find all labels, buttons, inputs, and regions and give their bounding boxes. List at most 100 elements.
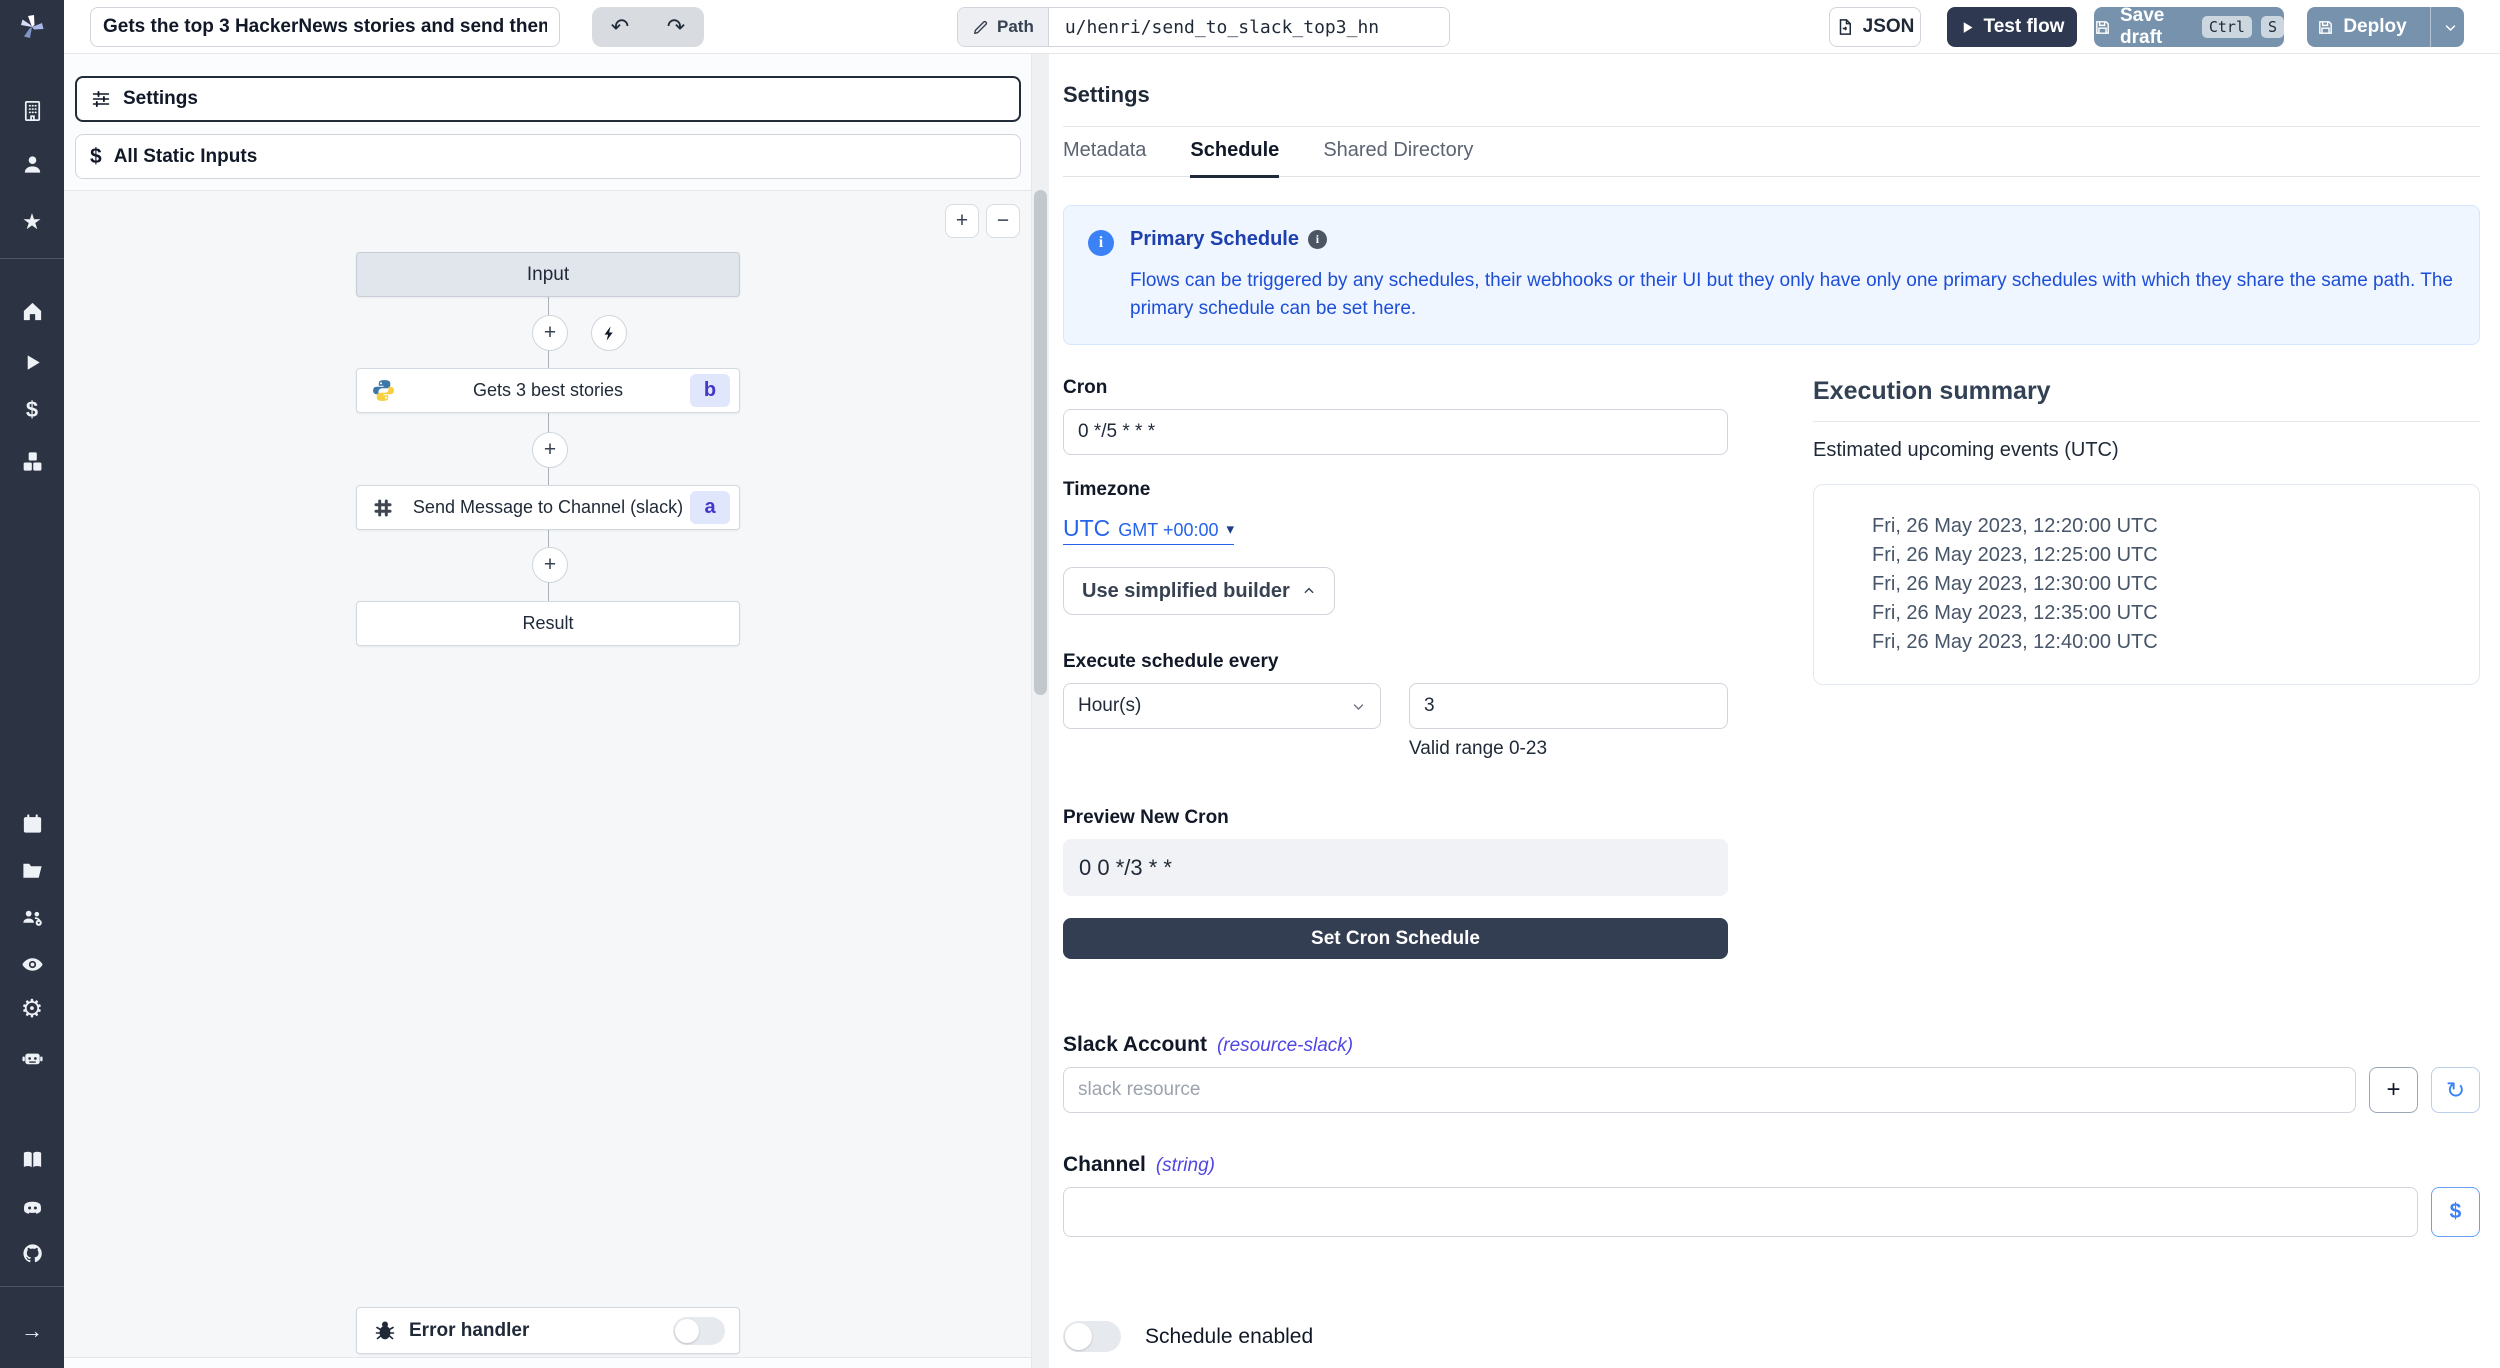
settings-title: Settings xyxy=(1063,82,2480,108)
play-icon xyxy=(1960,20,1975,35)
scrollbar-thumb[interactable] xyxy=(1034,190,1047,695)
flow-panel-scrollbar[interactable] xyxy=(1032,54,1049,1368)
undo-redo-group: ↶ ↷ xyxy=(592,7,704,47)
user-icon[interactable] xyxy=(19,151,45,177)
redo-icon[interactable]: ↷ xyxy=(667,16,685,38)
chevron-down-icon xyxy=(1351,699,1366,714)
json-file-icon xyxy=(1836,18,1854,36)
tooltip-info-icon[interactable]: i xyxy=(1308,230,1327,249)
slack-account-label: Slack Account (resource-slack) xyxy=(1063,1033,2480,1057)
event-item: Fri, 26 May 2023, 12:40:00 UTC xyxy=(1872,628,2459,657)
runs-play-icon[interactable] xyxy=(19,349,45,375)
audit-eye-icon[interactable] xyxy=(19,951,45,977)
app-window: ★ $ ⚙ xyxy=(0,0,2500,1368)
flow-title-input[interactable] xyxy=(90,7,560,47)
simplified-builder-toggle[interactable]: Use simplified builder xyxy=(1063,567,1335,615)
zoom-in-button[interactable]: + xyxy=(945,204,979,238)
primary-schedule-info-box: i Primary Schedule i Flows can be trigge… xyxy=(1063,205,2480,345)
event-item: Fri, 26 May 2023, 12:30:00 UTC xyxy=(1872,570,2459,599)
execution-summary-title: Execution summary xyxy=(1813,377,2480,406)
event-item: Fri, 26 May 2023, 12:35:00 UTC xyxy=(1872,599,2459,628)
error-handler-node[interactable]: Error handler xyxy=(356,1307,740,1354)
cron-label: Cron xyxy=(1063,377,1728,399)
cron-input[interactable] xyxy=(1063,409,1728,455)
input-node[interactable]: Input xyxy=(356,252,740,297)
execute-every-label: Execute schedule every xyxy=(1063,651,1728,673)
timezone-select[interactable]: UTC GMT +00:00 ▾ xyxy=(1063,515,1234,545)
kbd-s: S xyxy=(2261,16,2284,38)
set-cron-schedule-button[interactable]: Set Cron Schedule xyxy=(1063,918,1728,959)
docs-book-icon[interactable] xyxy=(19,1146,45,1172)
tab-schedule[interactable]: Schedule xyxy=(1190,139,1279,178)
undo-icon[interactable]: ↶ xyxy=(611,16,629,38)
tab-metadata[interactable]: Metadata xyxy=(1063,139,1146,176)
all-static-inputs-button[interactable]: $ All Static Inputs xyxy=(75,134,1021,179)
folders-icon[interactable] xyxy=(19,857,45,883)
schedules-calendar-icon[interactable] xyxy=(19,810,45,836)
favorites-star-icon[interactable]: ★ xyxy=(19,209,45,235)
schedule-enabled-toggle[interactable] xyxy=(1063,1321,1121,1352)
tab-shared-directory[interactable]: Shared Directory xyxy=(1323,139,1473,176)
save-icon xyxy=(2317,19,2334,36)
settings-panel: Settings Metadata Schedule Shared Direct… xyxy=(1049,54,2500,1368)
step-id-badge: a xyxy=(690,491,730,524)
resources-cubes-icon[interactable] xyxy=(19,448,45,474)
topbar: ↶ ↷ Path u/henri/send_to_slack_top3_hn J… xyxy=(64,0,2500,54)
schedule-enabled-label: Schedule enabled xyxy=(1145,1325,1313,1349)
channel-type: (string) xyxy=(1156,1155,1215,1177)
event-item: Fri, 26 May 2023, 12:20:00 UTC xyxy=(1872,512,2459,541)
json-button[interactable]: JSON xyxy=(1829,7,1921,47)
add-resource-button[interactable]: + xyxy=(2369,1067,2418,1113)
slack-resource-input[interactable] xyxy=(1063,1067,2356,1113)
sidebar-divider xyxy=(0,258,64,259)
workers-robot-icon[interactable] xyxy=(19,1044,45,1070)
deploy-button[interactable]: Deploy xyxy=(2307,7,2464,47)
error-handler-toggle[interactable] xyxy=(673,1317,725,1345)
info-icon: i xyxy=(1088,230,1114,256)
execution-summary-subtitle: Estimated upcoming events (UTC) xyxy=(1813,439,2480,462)
bug-icon xyxy=(371,1317,399,1345)
python-icon xyxy=(369,377,397,405)
save-draft-button[interactable]: Save draft Ctrl S xyxy=(2094,7,2284,47)
save-icon xyxy=(2094,19,2111,36)
pencil-icon xyxy=(972,19,989,36)
refresh-resources-button[interactable]: ↻ xyxy=(2431,1067,2480,1113)
discord-icon[interactable] xyxy=(19,1194,45,1220)
preview-cron-label: Preview New Cron xyxy=(1063,807,1728,829)
preview-cron-value: 0 0 */3 * * xyxy=(1063,839,1728,896)
expand-arrow-icon[interactable]: → xyxy=(19,1318,45,1344)
add-step-button[interactable]: + xyxy=(532,547,568,583)
path-field[interactable]: Path u/henri/send_to_slack_top3_hn xyxy=(957,7,1450,47)
add-step-button[interactable]: + xyxy=(532,315,568,351)
workspace-building-icon[interactable] xyxy=(19,97,45,123)
add-trigger-bolt-button[interactable] xyxy=(591,315,627,351)
add-step-button[interactable]: + xyxy=(532,432,568,468)
step-node-b[interactable]: Gets 3 best stories b xyxy=(356,368,740,413)
zoom-out-button[interactable]: − xyxy=(986,204,1020,238)
info-box-body: Flows can be triggered by any schedules,… xyxy=(1130,267,2455,322)
insert-variable-button[interactable]: $ xyxy=(2431,1187,2480,1237)
step-node-a[interactable]: Send Message to Channel (slack) a xyxy=(356,485,740,530)
path-label: Path xyxy=(958,8,1049,46)
interval-value-input[interactable] xyxy=(1409,683,1728,729)
windmill-logo-icon[interactable] xyxy=(17,12,47,42)
channel-input[interactable] xyxy=(1063,1187,2418,1237)
result-node[interactable]: Result xyxy=(356,601,740,646)
unit-select[interactable]: Hour(s) xyxy=(1063,683,1381,729)
path-value[interactable]: u/henri/send_to_slack_top3_hn xyxy=(1049,8,1449,46)
channel-label: Channel (string) xyxy=(1063,1153,2480,1177)
caret-down-icon: ▾ xyxy=(1227,520,1235,538)
groups-icon[interactable] xyxy=(19,904,45,930)
step-id-badge: b xyxy=(690,374,730,407)
flow-settings-button[interactable]: Settings xyxy=(75,76,1021,122)
variables-dollar-icon[interactable]: $ xyxy=(19,397,45,423)
github-icon[interactable] xyxy=(19,1240,45,1266)
home-icon[interactable] xyxy=(19,298,45,324)
event-item: Fri, 26 May 2023, 12:25:00 UTC xyxy=(1872,541,2459,570)
upcoming-events-list: Fri, 26 May 2023, 12:20:00 UTC Fri, 26 M… xyxy=(1813,484,2480,685)
slack-account-type: (resource-slack) xyxy=(1217,1035,1353,1057)
test-flow-button[interactable]: Test flow xyxy=(1947,7,2077,47)
timezone-label: Timezone xyxy=(1063,479,1728,501)
settings-gear-icon[interactable]: ⚙ xyxy=(19,996,45,1022)
deploy-dropdown-button[interactable] xyxy=(2430,7,2470,47)
